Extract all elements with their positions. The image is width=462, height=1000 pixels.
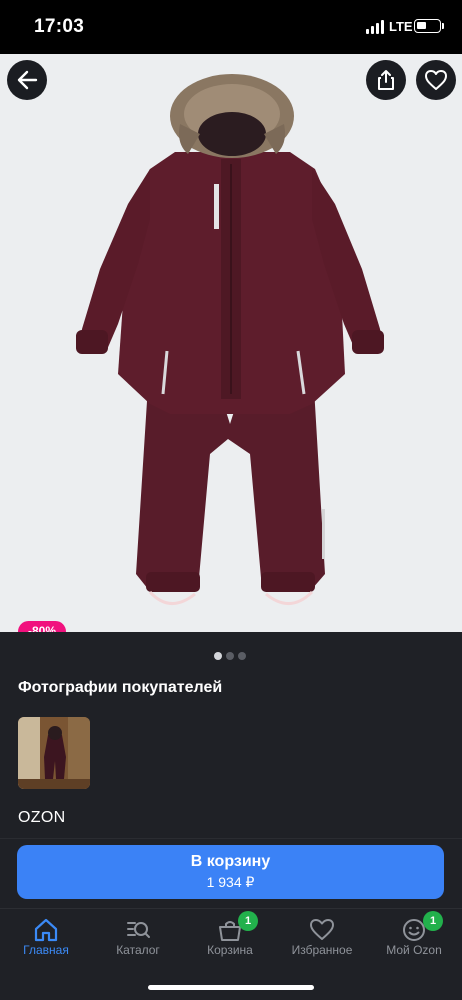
- catalog-search-icon: [127, 922, 150, 938]
- customer-photos-title: Фотографии покупателей: [18, 679, 223, 696]
- home-icon: [34, 918, 58, 942]
- gallery-pagination[interactable]: [214, 652, 246, 660]
- signal-icon: [366, 20, 384, 34]
- status-bar: 17:03 LTE: [0, 0, 462, 54]
- nav-label: Корзина: [207, 943, 253, 957]
- gallery-dot[interactable]: [226, 652, 234, 660]
- cart-count-badge: 1: [238, 911, 258, 931]
- nav-label: Мой Ozon: [386, 943, 442, 957]
- back-button[interactable]: [7, 60, 47, 100]
- nav-item-favorites[interactable]: Избранное: [276, 909, 368, 969]
- share-icon: [378, 70, 394, 90]
- product-image[interactable]: [0, 54, 462, 632]
- status-time: 17:03: [34, 16, 85, 37]
- heart-icon: [310, 919, 334, 940]
- customer-photo-thumbnail[interactable]: [18, 717, 90, 789]
- heart-icon: [425, 70, 447, 90]
- favorite-button[interactable]: [416, 60, 456, 100]
- share-button[interactable]: [366, 60, 406, 100]
- snowsuit-image: [76, 74, 384, 605]
- nav-item-cart[interactable]: 1 Корзина: [184, 909, 276, 969]
- add-to-cart-label: В корзину: [190, 853, 271, 870]
- brand-name[interactable]: OZON: [18, 809, 65, 827]
- back-arrow-icon: [17, 70, 38, 90]
- gallery-dot[interactable]: [214, 652, 222, 660]
- nav-label: Главная: [23, 943, 69, 957]
- nav-label: Каталог: [116, 943, 160, 957]
- battery-icon: [414, 19, 441, 33]
- home-indicator: [148, 985, 314, 990]
- add-to-cart-button[interactable]: В корзину 1 934 ₽: [17, 845, 444, 899]
- nav-item-catalog[interactable]: Каталог: [92, 909, 184, 969]
- profile-notification-badge: 1: [423, 911, 443, 931]
- nav-item-profile[interactable]: 1 Мой Ozon: [368, 909, 460, 969]
- nav-label: Избранное: [291, 943, 353, 957]
- network-type: LTE: [389, 19, 413, 34]
- nav-item-home[interactable]: Главная: [0, 909, 92, 969]
- gallery-dot[interactable]: [238, 652, 246, 660]
- price: 1 934 ₽: [206, 874, 255, 890]
